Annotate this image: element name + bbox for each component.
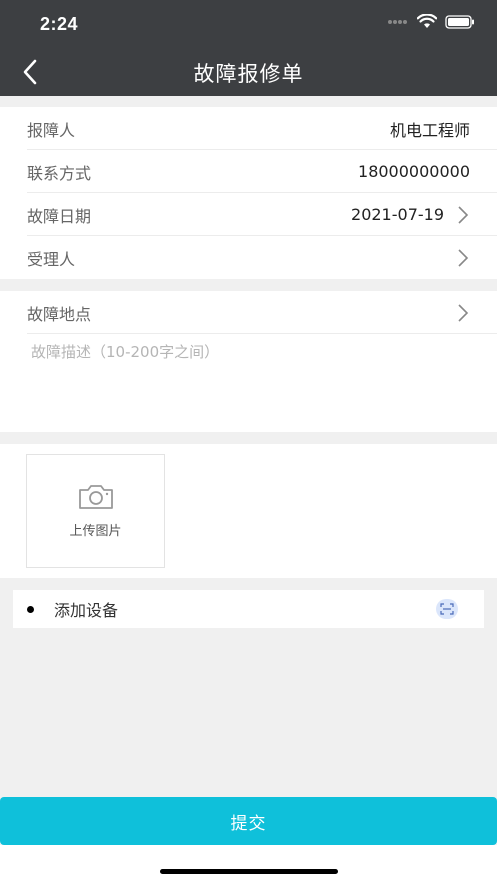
reporter-value: 机电工程师	[389, 120, 470, 140]
date-label: 故障日期	[27, 206, 92, 226]
upload-section: 上传图片	[0, 444, 497, 578]
contact-row: 联系方式 18000000000	[27, 150, 497, 193]
location-label: 故障地点	[27, 304, 92, 324]
basic-info-section: 报障人 机电工程师 联系方式 18000000000 故障日期 2021-07-…	[0, 107, 497, 279]
upload-image-button[interactable]: 上传图片	[26, 454, 165, 568]
battery-icon	[445, 14, 474, 29]
signal-dots-icon	[388, 19, 407, 24]
status-time: 2:24	[40, 14, 79, 34]
submit-button[interactable]: 提交	[0, 797, 497, 845]
upload-label: 上传图片	[69, 523, 122, 539]
reporter-label: 报障人	[27, 120, 76, 140]
page-title: 故障报修单	[193, 62, 304, 86]
contact-value: 18000000000	[358, 162, 470, 181]
home-indicator[interactable]	[160, 869, 338, 874]
description-input[interactable]: 故障描述（10-200字之间）	[31, 341, 219, 362]
bullet-icon	[27, 605, 34, 613]
nav-bar: 故障报修单	[0, 48, 497, 96]
reporter-row: 报障人 机电工程师	[27, 107, 497, 150]
camera-icon	[78, 484, 113, 509]
location-row[interactable]: 故障地点	[27, 291, 497, 334]
add-device-bar[interactable]: 添加设备	[13, 590, 484, 628]
contact-label: 联系方式	[27, 163, 92, 183]
date-value-wrap: 2021-07-19	[351, 205, 470, 224]
fault-detail-section: 故障地点 故障描述（10-200字之间）	[0, 291, 497, 432]
scan-icon	[440, 603, 454, 615]
status-icons	[387, 14, 475, 29]
bottom-safe-area	[0, 845, 497, 883]
assignee-label: 受理人	[27, 249, 76, 269]
chevron-right-icon	[458, 248, 469, 267]
chevron-right-icon	[458, 205, 469, 224]
scan-button[interactable]	[436, 599, 458, 619]
date-row[interactable]: 故障日期 2021-07-19	[27, 193, 497, 236]
assignee-row[interactable]: 受理人	[27, 236, 470, 279]
add-device-label: 添加设备	[54, 601, 119, 620]
status-bar: 2:24	[0, 0, 497, 48]
chevron-right-icon	[458, 303, 469, 322]
wifi-icon	[417, 14, 437, 28]
date-value: 2021-07-19	[351, 205, 444, 224]
